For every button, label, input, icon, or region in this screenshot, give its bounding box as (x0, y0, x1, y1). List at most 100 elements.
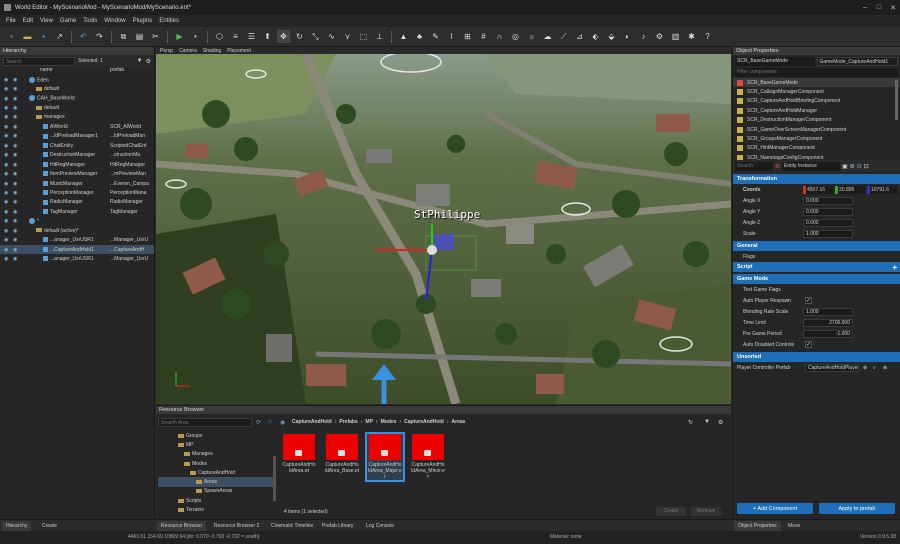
prefab-icon[interactable]: ⬡ (213, 30, 226, 43)
lock-visibility-icon[interactable]: ◉ (13, 105, 17, 111)
debug-icon[interactable]: ⚙ (653, 30, 666, 43)
cut-icon[interactable]: ✂ (149, 30, 162, 43)
angle-x-field[interactable]: 0.000 (803, 196, 853, 205)
lock-visibility-icon[interactable]: ◉ (13, 96, 17, 102)
lock-visibility-icon[interactable]: ◉ (13, 181, 17, 187)
camera-icon[interactable]: ◎ (509, 30, 522, 43)
lock-visibility-icon[interactable]: ◉ (13, 228, 17, 234)
pre-period-field[interactable]: -1.000 (803, 329, 853, 338)
component-item[interactable]: SCR_HintManagerComponent (733, 144, 900, 153)
folder-tree-item[interactable]: SpawnAreas (158, 487, 273, 496)
undo-icon[interactable]: ↶ (77, 30, 90, 43)
tab-prefab-library[interactable]: Prefab Library (318, 521, 357, 531)
viewport-tab-persp[interactable]: Persp (160, 48, 173, 54)
hierarchy-row[interactable]: ◉ ◉ ...CaptureAndHold1 ...CaptureAndH (0, 244, 154, 255)
visibility-icon[interactable]: ◉ (4, 237, 8, 243)
coord-x-field[interactable]: 4507.16 (803, 185, 833, 194)
folder-tree-item[interactable]: Areas (158, 477, 273, 487)
coord-z-field[interactable]: 10791.6 (867, 185, 897, 194)
move-tool-icon[interactable]: ✥ (277, 30, 290, 43)
component-item[interactable]: SCR_DestructionManagerComponent (733, 116, 900, 125)
scene-viewport[interactable]: StPhilippe (156, 54, 731, 404)
save-icon[interactable]: ▪ (37, 30, 50, 43)
hierarchy-row[interactable]: ◉ ◉ manages (0, 113, 154, 122)
hierarchy-row[interactable]: ◉ ◉ ...ldPreloadManager1 ...ldPreloadMan (0, 132, 154, 141)
close-button[interactable]: ✕ (886, 0, 900, 15)
lock-visibility-icon[interactable]: ◉ (13, 237, 17, 243)
brush-icon[interactable]: ⌇ (445, 30, 458, 43)
refresh-icon[interactable]: ⟳ (256, 419, 261, 426)
navmesh-icon[interactable]: ⬖ (589, 30, 602, 43)
tab-resource-browser-2[interactable]: Resource Browser 2 (210, 521, 263, 531)
component-item[interactable]: SCR_GameOverScreenManagerComponent (733, 125, 900, 134)
entity-name-field[interactable]: GameMode_CaptureAndHold1 (816, 56, 898, 66)
visibility-icon[interactable]: ◉ (4, 190, 8, 196)
viewport-tab-shading[interactable]: Shading (203, 48, 221, 54)
hierarchy-row[interactable]: ◉ ◉ AIWorld SCR_AIWorld (0, 122, 154, 131)
component-item[interactable]: SCR_GroupsManagerComponent (733, 134, 900, 143)
hierarchy-row[interactable]: ◉ ◉ ...anager_UsrUSR1 ...Manager_UsrU (0, 254, 154, 263)
magnet-icon[interactable]: ∩ (493, 30, 506, 43)
file-item[interactable]: CaptureAndHo ldArea_Minor.e t (410, 434, 446, 480)
stats-icon[interactable]: ▥ (669, 30, 682, 43)
pin-icon[interactable]: ⊡ (864, 163, 869, 170)
blend-rate-field[interactable]: 1.000 (803, 307, 853, 316)
lock-icon[interactable]: ▣ (842, 163, 848, 170)
menu-view[interactable]: View (40, 18, 53, 24)
hierarchy-row[interactable]: ◉ ◉ DestructionManager ...structionMa (0, 151, 154, 160)
hierarchy-row[interactable]: ◉ ◉ default (0, 103, 154, 112)
lock-visibility-icon[interactable]: ◉ (13, 143, 17, 149)
folder-tree-item[interactable]: Manages (158, 450, 273, 459)
tab-create[interactable]: Create (38, 521, 61, 531)
tree-view-icon[interactable]: ⊟ (857, 163, 862, 170)
light-icon[interactable]: ☼ (525, 30, 538, 43)
search-prefab-icon[interactable]: ⌕ (873, 365, 876, 371)
component-list-scrollbar[interactable] (895, 80, 898, 120)
play-icon[interactable]: ▶ (173, 30, 186, 43)
play-options-icon[interactable]: ▾ (189, 30, 202, 43)
lock-visibility-icon[interactable]: ◉ (13, 247, 17, 253)
visibility-icon[interactable]: ◉ (4, 209, 8, 215)
visibility-icon[interactable]: ◉ (4, 96, 8, 102)
resource-search-input[interactable]: Search Area (158, 418, 252, 427)
physics-icon[interactable]: ◐ (621, 30, 634, 43)
hierarchy-settings-icon[interactable]: ⚙ (146, 58, 151, 65)
visibility-icon[interactable]: ◉ (4, 199, 8, 205)
folder-tree-item[interactable]: Modes (158, 459, 273, 468)
scale-field[interactable]: 1.000 (803, 229, 853, 238)
folder-tree-item[interactable]: CaptureAndHold (158, 468, 273, 477)
auto-disabled-checkbox[interactable]: ✓ (805, 341, 812, 348)
hierarchy-row[interactable]: ◉ ◉ MusicManager ...Everon_Campa (0, 179, 154, 188)
component-item[interactable]: SCR_CaptureAndHoldBriefingComponent (733, 97, 900, 106)
section-game-mode[interactable]: Game Mode (733, 274, 900, 284)
menu-file[interactable]: File (6, 18, 16, 24)
component-filter-input[interactable]: Filter components (735, 68, 898, 77)
visibility-icon[interactable]: ◉ (4, 228, 8, 234)
hierarchy-row[interactable]: ◉ ◉ default (0, 84, 154, 93)
weather-icon[interactable]: ☁ (541, 30, 554, 43)
grid-icon[interactable]: # (477, 30, 490, 43)
auto-respawn-checkbox[interactable]: ✓ (805, 297, 812, 304)
col-name[interactable]: name (40, 67, 53, 73)
section-unsorted[interactable]: Unsorted (733, 352, 900, 362)
col-prefab[interactable]: prefab (110, 67, 124, 73)
hierarchy-row[interactable]: ◉ ◉ ChatEntity ScriptedChatEnt (0, 141, 154, 150)
collision-icon[interactable]: ⬙ (605, 30, 618, 43)
lock-visibility-icon[interactable]: ◉ (13, 199, 17, 205)
folder-tree-scrollbar[interactable] (273, 456, 276, 501)
paint-icon[interactable]: ✎ (429, 30, 442, 43)
file-item[interactable]: CaptureAndHo ldArea.et (281, 434, 317, 474)
section-general[interactable]: General (733, 241, 900, 251)
list-icon[interactable]: ☰ (245, 30, 258, 43)
lock-visibility-icon[interactable]: ◉ (13, 218, 17, 224)
entity-instance-dropdown[interactable]: Entity Instance (782, 161, 841, 171)
file-item[interactable]: CaptureAndHo ldArea_Base.et (324, 434, 360, 474)
hierarchy-row[interactable]: ◉ ◉ RadioManager RadioManager (0, 198, 154, 207)
link-icon[interactable]: ⊘ (850, 163, 855, 170)
visibility-icon[interactable]: ◉ (4, 181, 8, 187)
section-transformation[interactable]: Transformation (733, 174, 900, 184)
settings-icon[interactable]: ✱ (685, 30, 698, 43)
menu-entities[interactable]: Entities (159, 18, 179, 24)
section-script[interactable]: Script + (733, 262, 900, 272)
visibility-icon[interactable]: ◉ (4, 152, 8, 158)
